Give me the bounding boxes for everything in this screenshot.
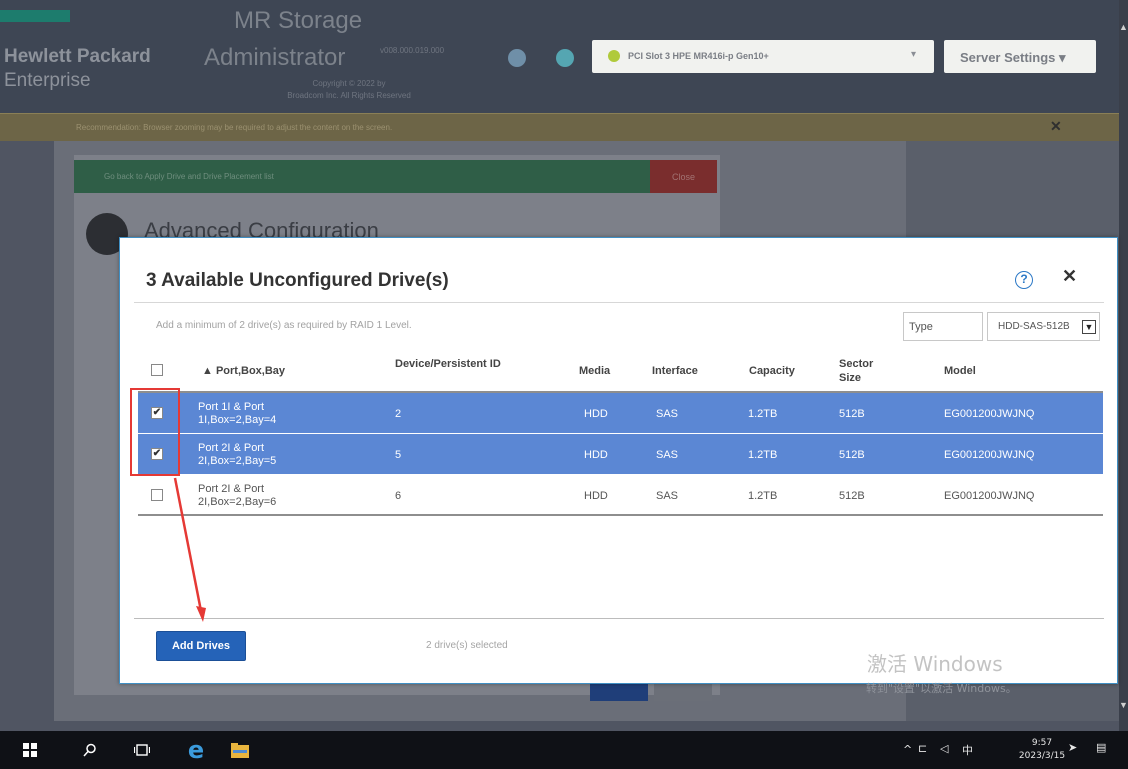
cell-model: EG001200JWJNQ xyxy=(944,449,1035,461)
file-explorer-icon[interactable] xyxy=(222,731,258,769)
help-icon[interactable]: ? xyxy=(1015,271,1033,289)
task-view-icon[interactable] xyxy=(124,731,160,769)
clock-time: 9:57 xyxy=(1031,738,1053,748)
cell-capacity: 1.2TB xyxy=(748,449,778,461)
column-sector-size[interactable]: Sector Size xyxy=(839,357,879,385)
volume-icon[interactable]: ◁ xyxy=(940,742,948,755)
status-dot-icon xyxy=(608,50,620,62)
modal-title: 3 Available Unconfigured Drive(s) xyxy=(146,270,449,291)
app-title: MR Storage xyxy=(234,7,363,34)
app-title-2: Administrator xyxy=(204,44,346,71)
version-text: v008.000.019.000 xyxy=(380,46,445,55)
column-port-label: Port,Box,Bay xyxy=(215,365,286,377)
table-row[interactable]: Port 2I & Port 2I,Box=2,Bay=6 6 HDD SAS … xyxy=(138,475,1103,516)
internet-explorer-icon[interactable]: e xyxy=(174,731,218,769)
page-scrollbar[interactable] xyxy=(1119,0,1128,731)
column-capacity[interactable]: Capacity xyxy=(749,364,795,378)
type-filter-label: Type xyxy=(903,312,983,341)
cell-model: EG001200JWJNQ xyxy=(944,490,1035,502)
cursor-icon: ➤ xyxy=(1068,741,1078,754)
bg-secondary-button[interactable] xyxy=(654,683,712,701)
windows-start-icon[interactable] xyxy=(10,731,50,769)
hpe-logo-bar xyxy=(0,10,70,22)
refresh-icon[interactable] xyxy=(556,49,574,67)
cell-capacity: 1.2TB xyxy=(748,408,778,420)
cell-port: Port 1I & Port 1I,Box=2,Bay=4 xyxy=(198,401,277,426)
chevron-down-icon: ▾ xyxy=(1059,50,1066,65)
cell-port: Port 2I & Port 2I,Box=2,Bay=5 xyxy=(198,442,277,467)
sort-asc-icon: ▲ xyxy=(202,365,213,377)
ime-indicator[interactable]: 中 xyxy=(962,742,973,758)
copyright-line2: Broadcom Inc. All Rights Reserved xyxy=(287,91,411,100)
server-settings-button[interactable]: Server Settings ▾ xyxy=(944,40,1096,73)
close-icon[interactable]: ✕ xyxy=(1062,266,1077,287)
clock[interactable]: 9:57 2023/3/15 xyxy=(1012,737,1072,763)
drives-table: ▲ Port,Box,Bay Device/Persistent ID Medi… xyxy=(138,347,1103,516)
type-filter-select[interactable]: HDD-SAS-512B ▼ xyxy=(987,312,1100,341)
table-row[interactable]: ✔ Port 1I & Port 1I,Box=2,Bay=4 2 HDD SA… xyxy=(138,393,1103,434)
activation-watermark-sub: 转到"设置"以激活 Windows。 xyxy=(866,682,1017,695)
chevron-down-icon: ▾ xyxy=(910,49,916,60)
cell-interface: SAS xyxy=(656,408,679,420)
cell-id: 5 xyxy=(395,449,402,461)
scroll-up-icon[interactable]: ▲ xyxy=(1119,22,1128,32)
column-id[interactable]: Device/Persistent ID xyxy=(395,357,535,371)
controller-select-label: PCI Slot 3 HPE MR416i-p Gen10+ xyxy=(628,51,769,61)
column-media[interactable]: Media xyxy=(579,364,610,378)
notice-bar: Recommendation: Browser zooming may be r… xyxy=(0,113,1128,141)
close-icon[interactable]: ✕ xyxy=(1050,118,1062,135)
unconfigured-drives-modal: 3 Available Unconfigured Drive(s) ? ✕ Ad… xyxy=(119,237,1118,684)
highlight-box xyxy=(130,388,180,476)
cell-media: HDD xyxy=(584,490,608,502)
table-row[interactable]: ✔ Port 2I & Port 2I,Box=2,Bay=5 5 HDD SA… xyxy=(138,434,1103,475)
select-all-checkbox[interactable] xyxy=(151,364,163,376)
brand-name: Hewlett Packard xyxy=(4,46,151,68)
column-model[interactable]: Model xyxy=(944,364,976,378)
cell-sector: 512B xyxy=(839,408,865,420)
brand-line2: Enterprise xyxy=(4,70,91,91)
cell-port: Port 2I & Port 2I,Box=2,Bay=6 xyxy=(198,483,277,508)
cell-media: HDD xyxy=(584,408,608,420)
chevron-down-icon: ▼ xyxy=(1082,320,1096,334)
divider xyxy=(134,302,1104,303)
brand-bold: Hewlett Packard xyxy=(4,46,151,67)
column-port[interactable]: ▲ Port,Box,Bay xyxy=(202,364,285,378)
app-header: Hewlett Packard Enterprise MR Storage Ad… xyxy=(0,0,1128,113)
cell-id: 2 xyxy=(395,408,402,420)
table-header: ▲ Port,Box,Bay Device/Persistent ID Medi… xyxy=(138,347,1103,393)
cell-id: 6 xyxy=(395,490,402,502)
raid-hint: Add a minimum of 2 drive(s) as required … xyxy=(156,320,412,331)
tray-expand-icon[interactable]: ^ xyxy=(903,743,912,756)
bg-primary-button[interactable] xyxy=(590,683,648,701)
column-interface[interactable]: Interface xyxy=(652,364,698,378)
row-checkbox[interactable] xyxy=(151,489,163,501)
back-link-label: Go back to Apply Drive and Drive Placeme… xyxy=(104,172,274,181)
cell-sector: 512B xyxy=(839,449,865,461)
type-filter-value: HDD-SAS-512B xyxy=(998,321,1070,332)
scroll-down-icon[interactable]: ▼ xyxy=(1119,700,1128,710)
cell-sector: 512B xyxy=(839,490,865,502)
upload-icon[interactable] xyxy=(508,49,526,67)
network-icon[interactable]: ⊏ xyxy=(918,742,927,755)
cell-interface: SAS xyxy=(656,490,679,502)
cell-media: HDD xyxy=(584,449,608,461)
copyright: Copyright © 2022 by Broadcom Inc. All Ri… xyxy=(234,78,464,102)
copyright-line1: Copyright © 2022 by xyxy=(312,79,386,88)
clock-date: 2023/3/15 xyxy=(1018,751,1066,761)
server-settings-label: Server Settings xyxy=(960,50,1056,65)
cell-model: EG001200JWJNQ xyxy=(944,408,1035,420)
taskbar: e ^ ⊏ ◁ 中 9:57 2023/3/15 ➤ ▤ xyxy=(0,731,1128,769)
controller-select[interactable]: PCI Slot 3 HPE MR416i-p Gen10+ ▾ xyxy=(592,40,934,73)
activation-watermark: 激活 Windows xyxy=(867,652,1003,676)
cell-capacity: 1.2TB xyxy=(748,490,778,502)
add-drives-button[interactable]: Add Drives xyxy=(156,631,246,661)
back-link[interactable]: Go back to Apply Drive and Drive Placeme… xyxy=(74,160,650,193)
search-icon[interactable] xyxy=(72,731,108,769)
bg-close-button[interactable]: Close xyxy=(650,160,717,193)
notice-text: Recommendation: Browser zooming may be r… xyxy=(76,123,393,132)
selected-count: 2 drive(s) selected xyxy=(426,640,508,651)
cell-interface: SAS xyxy=(656,449,679,461)
divider xyxy=(134,618,1104,619)
notification-icon[interactable]: ▤ xyxy=(1096,741,1106,754)
